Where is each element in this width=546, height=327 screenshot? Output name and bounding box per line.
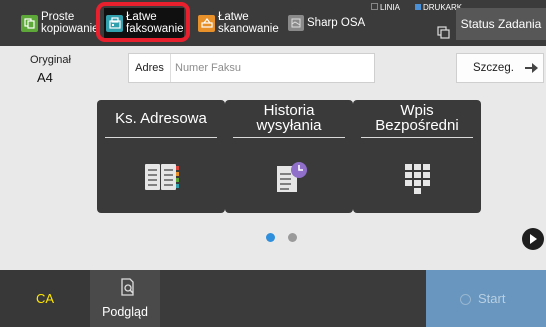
mode-bar: Proste kopiowanie Łatwe faksowanie Łatwe… [0,0,546,46]
clear-all-label: CA [35,291,55,306]
clear-all-button[interactable]: CA [0,270,90,327]
original-label: Oryginał [30,54,71,66]
tab-easy-copy-label: Proste kopiowanie [41,11,99,35]
address-label: Adres [129,54,171,82]
line-status-indicator [371,3,378,10]
address-book-icon [137,158,185,198]
job-queue-icon [436,24,452,45]
preview-icon [120,278,136,296]
fax-number-input[interactable]: Numer Faksu [175,54,241,82]
tab-sharp-osa-label: Sharp OSA [307,17,366,29]
send-history-tile-label: Historia wysyłania [256,102,322,134]
play-icon [530,234,537,244]
tab-sharp-osa[interactable]: Sharp OSA [288,0,365,46]
preview-button[interactable]: Podgląd [90,270,160,327]
scan-icon [198,14,215,32]
page-indicator[interactable] [288,233,297,242]
send-history-icon [265,158,313,198]
copy-icon [21,14,38,32]
direct-entry-tile-label: Wpis Bezpośredni [375,102,459,134]
arrow-right-icon [521,57,543,82]
start-label: Start [478,291,506,306]
details-button[interactable]: Szczeg. [456,53,544,83]
address-book-tile-label: Ks. Adresowa [115,109,207,127]
line-status-label: LINIA [380,3,401,12]
tab-easy-copy[interactable]: Proste kopiowanie [21,0,99,46]
selected-tab-highlight [96,2,190,42]
osa-icon [288,15,304,31]
tab-easy-scan-label: Łatwe skanowanie [218,11,279,35]
action-bar: CA Podgląd Start [0,270,546,327]
address-field[interactable]: Adres Numer Faksu [128,53,375,83]
printer-status-indicator [415,4,421,10]
send-history-tile[interactable]: Historia wysyłania [225,100,353,213]
job-status-label: Status Zadania [460,17,542,31]
original-size-value[interactable]: A4 [37,70,53,85]
address-book-tile[interactable]: Ks. Adresowa [97,100,225,213]
start-icon [460,294,471,305]
tile-divider [361,137,473,138]
start-button[interactable]: Start [426,270,546,327]
page-indicator-active [266,233,275,242]
fax-home-screen: Proste kopiowanie Łatwe faksowanie Łatwe… [0,0,546,327]
preview-label: Podgląd [102,305,148,319]
job-status-button[interactable]: Status Zadania [456,8,546,40]
details-label: Szczeg. [473,62,514,74]
line-status: LINIA [371,3,400,12]
next-page-button[interactable] [522,228,544,250]
tile-divider [105,137,217,138]
tab-easy-scan[interactable]: Łatwe skanowanie [198,0,279,46]
direct-entry-tile[interactable]: Wpis Bezpośredni [353,100,481,213]
keypad-icon [393,158,441,198]
tile-divider [233,137,345,138]
